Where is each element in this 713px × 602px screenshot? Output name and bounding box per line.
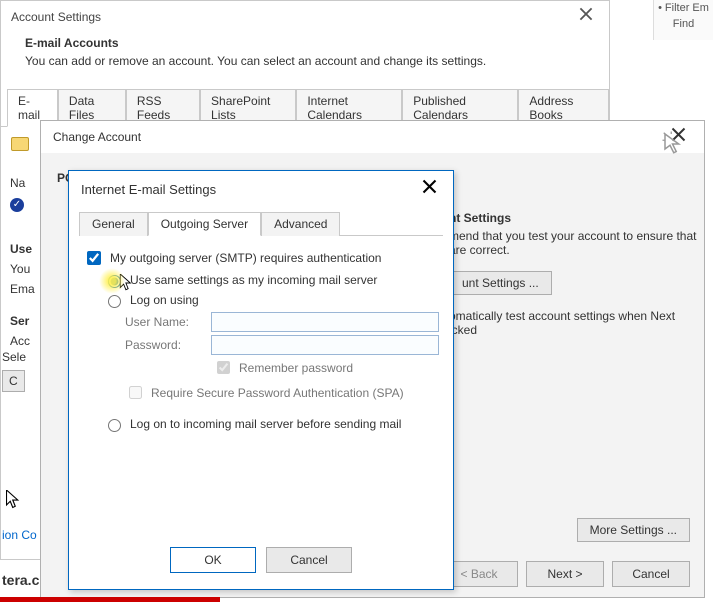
tab-advanced[interactable]: Advanced (261, 212, 340, 236)
log-on-using-radio[interactable] (108, 295, 121, 308)
check-icon: ✓ (10, 198, 24, 212)
link-fragment[interactable]: ion Co (2, 528, 37, 542)
username-label: User Name: (125, 315, 203, 329)
auto-test-label: omatically test account settings when Ne… (449, 309, 699, 337)
change-account-title: Change Account (53, 130, 141, 144)
username-input[interactable] (211, 312, 439, 332)
account-settings-title: Account Settings (11, 10, 101, 24)
smtp-auth-checkbox[interactable] (87, 251, 101, 265)
spa-checkbox[interactable] (129, 386, 142, 399)
tera-fragment: tera.c (2, 572, 39, 588)
spa-label: Require Secure Password Authentication (… (151, 386, 404, 400)
password-label: Password: (125, 338, 203, 352)
cursor-icon (6, 490, 22, 515)
close-icon[interactable] (416, 179, 443, 199)
next-button[interactable]: Next > (526, 561, 604, 587)
smtp-auth-checkbox-row[interactable]: My outgoing server (SMTP) requires authe… (83, 248, 439, 268)
password-input[interactable] (211, 335, 439, 355)
test-settings-heading: nt Settings (449, 211, 699, 225)
log-on-incoming-radio[interactable] (108, 419, 121, 432)
more-settings-button[interactable]: More Settings ... (577, 518, 690, 542)
dialog-title: Internet E-mail Settings (81, 182, 216, 197)
cancel-button[interactable]: Cancel (612, 561, 690, 587)
remember-password-row[interactable]: Remember password (213, 358, 439, 377)
tab-general[interactable]: General (79, 212, 148, 236)
dialog-tabs: General Outgoing Server Advanced (79, 211, 443, 236)
test-settings-section: nt Settings mend that you test your acco… (449, 211, 699, 337)
filter-fragment: Filter Em (654, 2, 713, 14)
cancel-button[interactable]: Cancel (266, 547, 352, 573)
left-edge-fragments-2: Sele C (2, 350, 26, 392)
email-accounts-heading: E-mail Accounts (25, 36, 585, 50)
log-on-incoming-label: Log on to incoming mail server before se… (130, 417, 401, 431)
mail-icon (11, 137, 29, 151)
email-accounts-desc: You can add or remove an account. You ca… (25, 54, 486, 68)
close-icon[interactable] (573, 7, 599, 26)
ribbon-find-group: Filter Em Find (653, 0, 713, 40)
use-same-settings-radio[interactable] (108, 275, 121, 288)
ok-button[interactable]: OK (170, 547, 256, 573)
log-on-using-radio-row[interactable]: Log on using (103, 292, 439, 308)
fragment-button[interactable]: C (2, 370, 25, 392)
spa-row[interactable]: Require Secure Password Authentication (… (125, 383, 439, 402)
smtp-auth-label: My outgoing server (SMTP) requires authe… (110, 251, 381, 265)
use-same-settings-label: Use same settings as my incoming mail se… (130, 273, 377, 287)
remember-password-label: Remember password (239, 361, 353, 375)
use-same-settings-radio-row[interactable]: Use same settings as my incoming mail se… (103, 272, 439, 288)
progress-bar (0, 597, 220, 602)
internet-email-settings-dialog: Internet E-mail Settings General Outgoin… (68, 170, 454, 590)
tab-outgoing-server[interactable]: Outgoing Server (148, 212, 261, 236)
log-on-incoming-radio-row[interactable]: Log on to incoming mail server before se… (103, 416, 439, 432)
test-account-settings-button[interactable]: unt Settings ... (449, 271, 552, 295)
remember-password-checkbox[interactable] (217, 361, 230, 374)
find-label: Find (654, 18, 713, 30)
log-on-using-label: Log on using (130, 293, 199, 307)
test-settings-desc: mend that you test your account to ensur… (449, 229, 699, 257)
